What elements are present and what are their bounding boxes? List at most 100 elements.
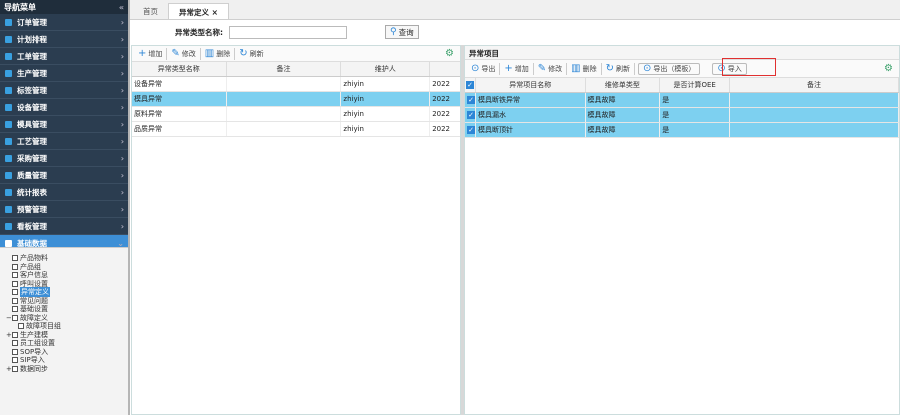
import-icon: ⊙ xyxy=(717,63,726,74)
table-row[interactable]: 模具异常 zhiyin 2022 xyxy=(132,91,460,107)
export-icon: ⊙ xyxy=(471,63,480,74)
export-template-button[interactable]: ⊙ 导出（模板） xyxy=(638,62,701,75)
chevron-right-icon: › xyxy=(120,154,124,163)
tree-node[interactable]: + 数据同步 xyxy=(0,365,128,374)
export-template-label: 导出（模板） xyxy=(653,64,696,73)
table-row[interactable]: ✓ 模具断铁异常 模具故障是 xyxy=(465,92,899,108)
sidebar-item-9[interactable]: 质量管理 › xyxy=(0,167,128,184)
sidebar-item-10[interactable]: 统计报表 › xyxy=(0,184,128,201)
cell-oee: 是 xyxy=(659,107,731,123)
refresh-item-button[interactable]: ↻ 刷新 xyxy=(602,62,636,75)
table-row[interactable]: ✓ 模具漏水 模具故障是 xyxy=(465,107,899,123)
file-icon xyxy=(12,289,18,296)
refresh-button[interactable]: ↻ 刷新 xyxy=(235,48,267,60)
sidebar-title: 导航菜单 xyxy=(4,2,36,12)
right-toolbar: ⊙ 导出 + 增加 ✎ 修改 ▥ 删除 ↻ 刷新 ⊙ 导出（模板） ⊙ 导入 ⚙ xyxy=(465,60,899,78)
column-header[interactable]: 备注 xyxy=(729,78,899,93)
sidebar-item-3[interactable]: 生产管理 › xyxy=(0,65,128,82)
cell-note xyxy=(729,107,899,123)
tag-icon xyxy=(5,86,12,94)
delete-button[interactable]: ▥ 删除 xyxy=(201,47,236,60)
row-checkbox[interactable]: ✓ xyxy=(465,122,476,138)
cell-type: 模具故障 xyxy=(585,122,661,138)
file-icon xyxy=(12,365,18,372)
sidebar-item-label: 统计报表 xyxy=(17,187,47,197)
exception-type-table: 异常类型名称 备注 维护人 设备异常 zhiyin 2022 模具异常 zhiyin 2022… xyxy=(132,62,460,137)
refresh-item-label: 刷新 xyxy=(616,64,631,73)
sidebar-item-4[interactable]: 标签管理 › xyxy=(0,82,128,99)
column-header[interactable]: 备注 xyxy=(226,62,342,77)
cell-date: 2022 xyxy=(429,91,460,107)
edit-button[interactable]: ✎ 修改 xyxy=(167,47,201,60)
file-icon xyxy=(12,314,18,321)
file-icon xyxy=(12,263,18,270)
calendar-icon xyxy=(5,35,12,43)
cell-oee: 是 xyxy=(659,122,731,138)
refresh-label: 刷新 xyxy=(249,49,264,58)
export-icon: ⊙ xyxy=(643,63,652,74)
sidebar: 导航菜单 « 订单管理 › 计划排程 › 工单管理 › 生产管理 › 标签管理 › 设备管理 › 模具管… xyxy=(0,0,128,415)
column-header[interactable]: 维修单类型 xyxy=(585,78,661,93)
row-checkbox[interactable]: ✓ xyxy=(465,92,476,108)
checkbox-checked-icon: ✓ xyxy=(466,80,474,89)
chevron-right-icon: › xyxy=(120,52,124,61)
filter-label: 异常类型名称: xyxy=(175,27,223,37)
chevron-right-icon: › xyxy=(120,103,124,112)
quality-icon xyxy=(5,171,12,179)
table-row[interactable]: 设备异常 zhiyin 2022 xyxy=(132,76,460,92)
sidebar-item-0[interactable]: 订单管理 › xyxy=(0,14,128,31)
expander-icon[interactable]: + xyxy=(6,365,12,373)
sidebar-item-label: 工艺管理 xyxy=(17,136,47,146)
chevron-right-icon: › xyxy=(120,18,124,27)
sidebar-divider[interactable] xyxy=(128,0,130,415)
sidebar-item-label: 生产管理 xyxy=(17,68,47,78)
chart-icon xyxy=(5,188,12,196)
select-all-checkbox[interactable]: ✓ xyxy=(465,78,476,93)
sidebar-item-2[interactable]: 工单管理 › xyxy=(0,48,128,65)
add-button[interactable]: + 增加 xyxy=(134,47,168,60)
sidebar-item-11[interactable]: 预警管理 › xyxy=(0,201,128,218)
table-row[interactable]: 原料异常 zhiyin 2022 xyxy=(132,106,460,122)
tab-1[interactable]: 异常定义 × xyxy=(168,3,229,19)
filter-bar: 异常类型名称: ⚲ 查询 xyxy=(130,20,900,44)
right-table-header: ✓ 异常项目名称 维修单类型 是否计算OEE 备注 xyxy=(465,78,899,93)
tab-0[interactable]: 首页 xyxy=(133,3,168,19)
expander-icon[interactable]: − xyxy=(6,314,12,322)
sidebar-item-8[interactable]: 采购管理 › xyxy=(0,150,128,167)
chevron-right-icon: › xyxy=(120,188,124,197)
expander-icon[interactable]: + xyxy=(6,331,12,339)
cell-date: 2022 xyxy=(429,121,460,137)
order-icon xyxy=(5,18,12,26)
file-icon xyxy=(12,306,18,313)
settings-gear-icon[interactable]: ⚙ xyxy=(445,48,454,59)
row-checkbox[interactable]: ✓ xyxy=(465,107,476,123)
column-header[interactable]: 维护人 xyxy=(340,62,431,77)
cell-type: 模具故障 xyxy=(585,107,661,123)
exception-type-name-input[interactable] xyxy=(229,25,347,39)
left-table-header: 异常类型名称 备注 维护人 xyxy=(132,62,460,77)
edit-item-button[interactable]: ✎ 修改 xyxy=(534,62,568,75)
export-button[interactable]: ⊙ 导出 xyxy=(467,62,501,75)
cell-maintainer: zhiyin xyxy=(340,106,431,122)
search-button[interactable]: ⚲ 查询 xyxy=(385,25,419,39)
import-button[interactable]: ⊙ 导入 xyxy=(712,62,747,75)
sidebar-item-12[interactable]: 看板管理 › xyxy=(0,218,128,235)
sidebar-item-7[interactable]: 工艺管理 › xyxy=(0,133,128,150)
column-header[interactable]: 异常类型名称 xyxy=(132,62,227,77)
column-header[interactable]: 是否计算OEE xyxy=(659,78,731,93)
sidebar-item-1[interactable]: 计划排程 › xyxy=(0,31,128,48)
tree-node[interactable]: − 故障定义 xyxy=(0,314,128,323)
chevron-right-icon: › xyxy=(120,35,124,44)
add-item-button[interactable]: + 增加 xyxy=(500,62,534,75)
collapse-sidebar-icon[interactable]: « xyxy=(119,3,124,12)
sidebar-item-6[interactable]: 模具管理 › xyxy=(0,116,128,133)
file-icon xyxy=(12,297,18,304)
table-row[interactable]: ✓ 模具断顶针 模具故障是 xyxy=(465,122,899,138)
column-header[interactable]: 异常项目名称 xyxy=(475,78,586,93)
column-header[interactable] xyxy=(429,62,460,77)
sidebar-item-5[interactable]: 设备管理 › xyxy=(0,99,128,116)
checkbox-checked-icon: ✓ xyxy=(467,110,475,119)
delete-item-button[interactable]: ▥ 删除 xyxy=(567,62,602,75)
settings-gear-icon[interactable]: ⚙ xyxy=(884,63,893,74)
table-row[interactable]: 品质异常 zhiyin 2022 xyxy=(132,121,460,137)
